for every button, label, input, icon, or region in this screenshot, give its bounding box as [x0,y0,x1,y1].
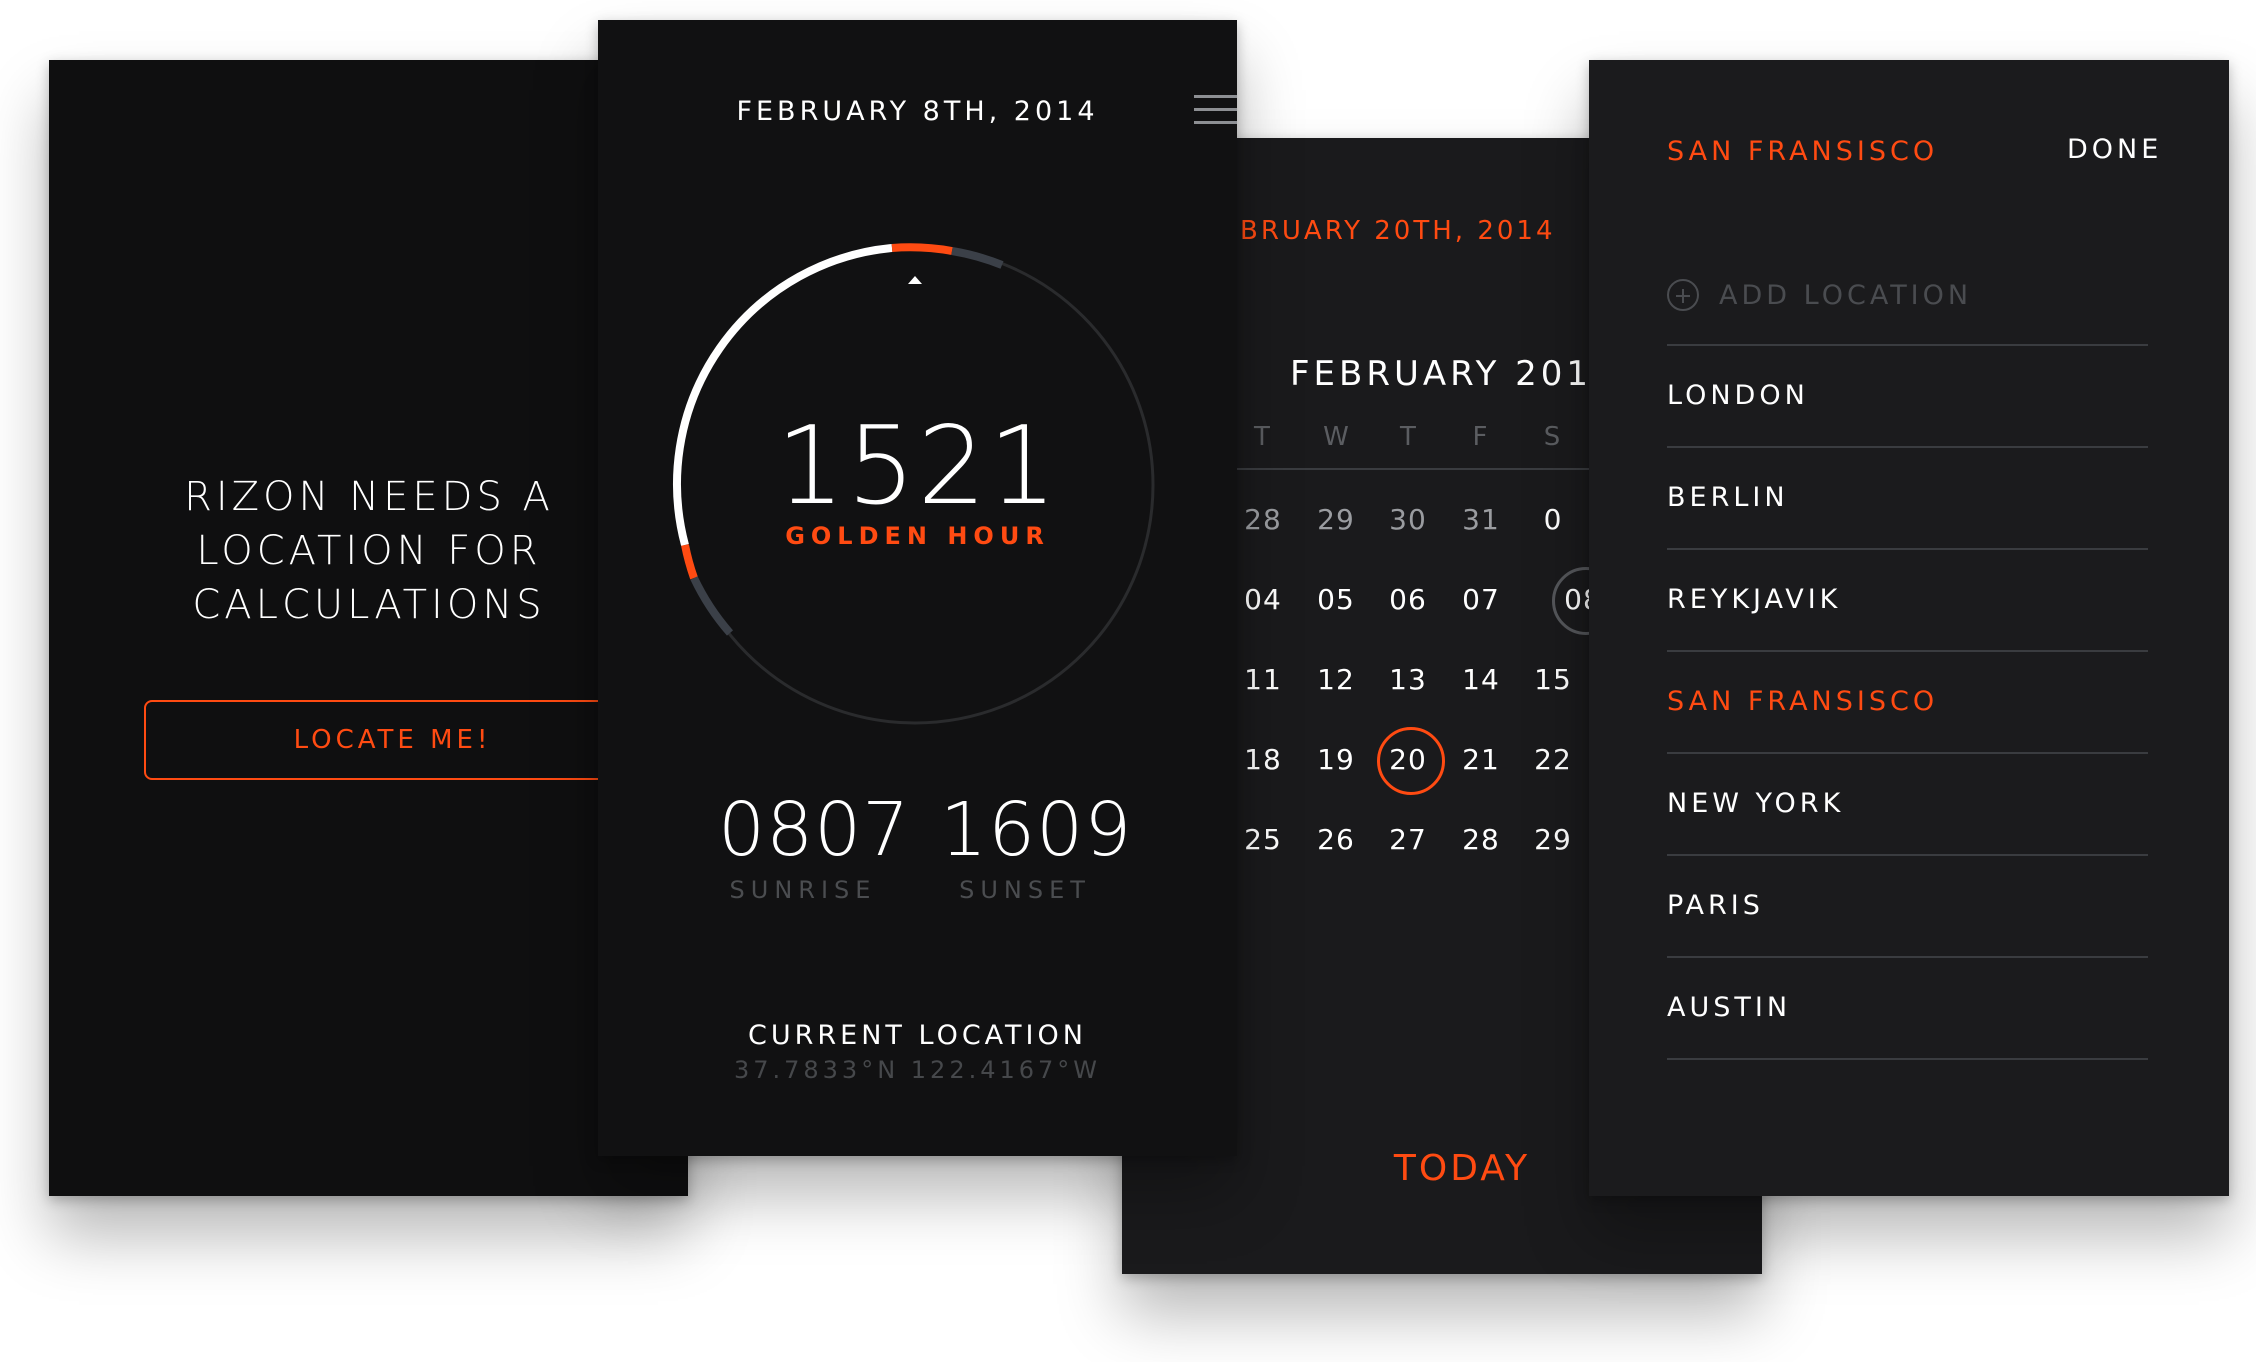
calendar-day[interactable]: 05 [1303,570,1369,630]
calendar-day[interactable]: 07 [1448,570,1514,630]
location-item[interactable]: PARIS [1667,856,2148,956]
current-date: FEBRUARY 8TH, 2014 [736,96,1099,127]
calendar-day[interactable]: 28 [1230,490,1296,550]
sunrise-time: 0807 [718,787,911,873]
calendar-day[interactable]: 26 [1303,810,1369,870]
calendar-day[interactable]: 04 [1230,570,1296,630]
calendar-day[interactable]: 30 [1375,490,1441,550]
calendar-day[interactable]: 25 [1230,810,1296,870]
current-location-title: CURRENT LOCATION [748,1020,1087,1051]
morning-twilight-arc [951,247,1004,269]
calendar-day[interactable]: 12 [1303,650,1369,710]
selected-date: BRUARY 20TH, 2014 [1240,216,1556,246]
location-coordinates: 37.7833°N 122.4167°W [733,1056,1102,1084]
calendar-day[interactable]: 28 [1448,810,1514,870]
weekday-label: W [1323,422,1349,452]
location-item[interactable]: NEW YORK [1667,754,2148,854]
location-item[interactable]: BERLIN [1667,448,2148,548]
add-location-label: ADD LOCATION [1719,279,1973,311]
message-line: LOCATION FOR [196,528,542,574]
current-time: 1521 [776,404,1059,529]
plus-circle-icon [1667,279,1699,311]
today-button[interactable]: TODAY [1382,1148,1542,1189]
location-item[interactable]: AUSTIN [1667,958,2148,1058]
location-item[interactable]: LONDON [1667,346,2148,446]
calendar-day[interactable]: 11 [1230,650,1296,710]
weekday-label: F [1472,422,1488,452]
divider [1667,1058,2148,1060]
locations-screen: SAN FRANSISCO DONE ADD LOCATION LONDON B… [1589,60,2229,1196]
locate-screen: RIZON NEEDS A LOCATION FOR CALCULATIONS … [49,60,688,1196]
weekday-label: S [1543,422,1561,452]
calendar-day[interactable]: 29 [1303,490,1369,550]
sunrise-label: SUNRISE [729,876,877,904]
calendar-day[interactable]: 22 [1520,730,1586,790]
add-location-button[interactable]: ADD LOCATION [1667,274,1972,316]
done-button[interactable]: DONE [2067,134,2162,165]
calendar-day[interactable]: 15 [1520,650,1586,710]
calendar-day[interactable]: 14 [1448,650,1514,710]
calendar-day[interactable]: 31 [1448,490,1514,550]
sunset-label: SUNSET [959,876,1091,904]
calendar-day[interactable]: 18 [1230,730,1296,790]
hamburger-menu-icon[interactable] [1194,95,1237,131]
sunrise-stat: 0807 SUNRISE [718,787,911,904]
calendar-day[interactable]: 29 [1520,810,1586,870]
current-location-name: SAN FRANSISCO [1667,136,1939,167]
location-item[interactable]: REYKJAVIK [1667,550,2148,650]
current-time-marker-icon [908,276,922,284]
location-required-message: RIZON NEEDS A LOCATION FOR CALCULATIONS [49,470,688,632]
message-line: CALCULATIONS [192,582,546,628]
sunset-stat: 1609 SUNSET [940,787,1133,904]
locate-me-button[interactable]: LOCATE ME! [144,700,641,780]
calendar-day[interactable]: 13 [1375,650,1441,710]
weekday-label: T [1400,422,1416,452]
location-item-selected[interactable]: SAN FRANSISCO [1667,652,2148,752]
calendar-day[interactable]: 0 [1520,490,1586,550]
main-screen: FEBRUARY 8TH, 2014 1521 GOLDEN HOUR 0807… [598,20,1237,1156]
evening-twilight-arc [690,576,734,636]
calendar-day[interactable]: 27 [1375,810,1441,870]
month-title: FEBRUARY 2014 [1290,354,1618,394]
calendar-day[interactable]: 21 [1448,730,1514,790]
weekday-label: T [1254,422,1270,452]
calendar-day-selected[interactable]: 20 [1375,727,1445,795]
message-line: RIZON NEEDS A [184,474,554,520]
sunset-time: 1609 [940,787,1133,873]
morning-golden-arc [891,243,953,255]
calendar-day[interactable]: 06 [1375,570,1441,630]
light-phase: GOLDEN HOUR [785,522,1050,550]
calendar-day[interactable]: 19 [1303,730,1369,790]
